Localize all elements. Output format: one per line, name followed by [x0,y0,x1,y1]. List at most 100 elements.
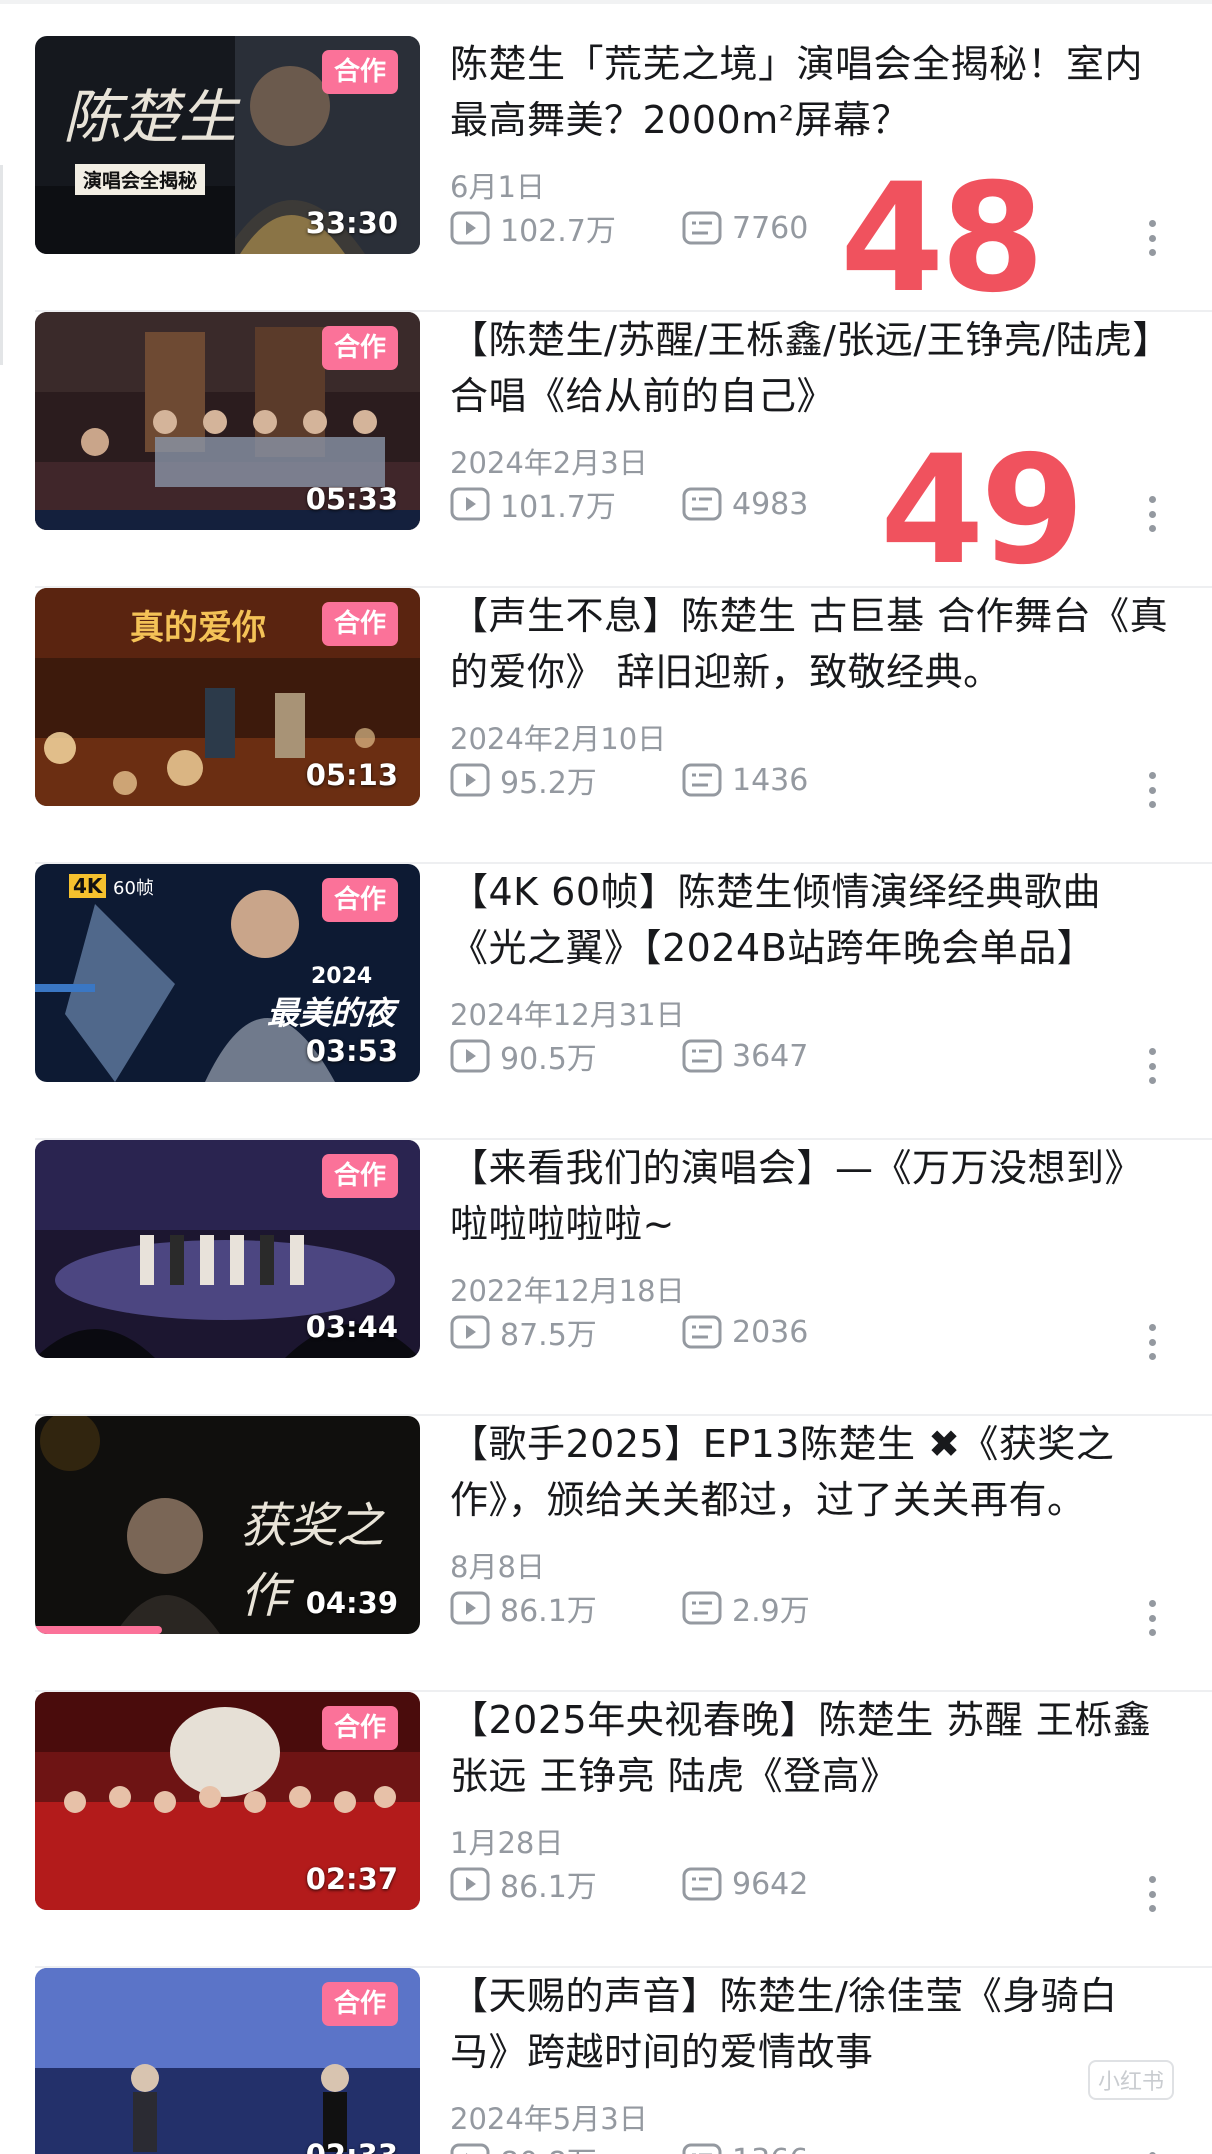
list-item[interactable]: 合作 02:37 【2025年央视春晚】陈楚生 苏醒 王栎鑫 张远 王铮亮 陆虎… [0,1692,1212,1968]
video-duration: 05:33 [305,482,398,516]
video-title[interactable]: 【歌手2025】EP13陈楚生 ✖《获奖之作》，颁给关关都过，过了关关再有。 [450,1416,1172,1528]
comment-count-value: 1366 [732,2143,808,2154]
view-count-value: 86.1万 [500,1594,597,1629]
more-vert-icon[interactable] [1132,768,1172,812]
more-vert-icon[interactable] [1132,1872,1172,1916]
list-item[interactable]: 获奖之作 04:39 【歌手2025】EP13陈楚生 ✖《获奖之作》，颁给关关都… [0,1416,1212,1692]
video-date: 2022年12月18日 [450,1274,685,1308]
list-item[interactable]: 4K 60帧 2024 最美的夜 合作 03:53 【4K 60帧】陈楚生倾情演… [0,864,1212,1140]
video-duration: 03:53 [305,1034,398,1068]
video-date: 8月8日 [450,1550,545,1584]
view-count-value: 86.1万 [500,1870,597,1905]
play-count-icon [450,487,490,521]
video-title[interactable]: 【陈楚生/苏醒/王栎鑫/张远/王铮亮/陆虎】 合唱《给从前的自己》 [450,312,1172,424]
more-vert-icon[interactable] [1132,1320,1172,1364]
video-thumbnail[interactable]: 陈楚生 演唱会全揭秘 合作 33:30 [35,36,420,254]
thumbnail-caption: 演唱会全揭秘 [75,164,206,195]
video-stats: 90.5万 3647 [450,1034,809,1078]
video-stats: 86.1万 2.9万 [450,1588,810,1629]
danmaku-icon [682,487,722,521]
video-thumbnail[interactable]: 获奖之作 04:39 [35,1416,420,1634]
video-date: 2024年12月31日 [450,998,685,1032]
view-count-value: 90.5万 [500,1042,597,1077]
video-title[interactable]: 陈楚生「荒芜之境」演唱会全揭秘！室内最高舞美？2000m²屏幕？ [450,36,1172,148]
thumbnail-year: 2024 [311,964,373,989]
play-count-icon [450,1591,490,1625]
view-count-value: 87.5万 [500,1318,597,1353]
video-stats: 102.7万 7760 [450,208,808,249]
video-thumbnail[interactable]: 合作 05:33 [35,312,420,530]
video-thumbnail[interactable]: 合作 02:33 [35,1968,420,2154]
comment-count-value: 4983 [732,486,809,522]
list-item[interactable]: 合作 02:33 【天赐的声音】陈楚生/徐佳莹《身骑白马》跨越时间的爱情故事 2… [0,1968,1212,2154]
play-count-icon [450,211,490,245]
watermark-logo: 小红书 [1087,2060,1174,2100]
video-date: 2024年5月3日 [450,2102,648,2136]
video-info: 【声生不息】陈楚生 古巨基 合作舞台《真的爱你》 辞旧迎新，致敬经典。 2024… [450,588,1172,808]
video-stats: 86.1万 9642 [450,1862,809,1906]
play-count-icon [450,2143,490,2154]
comment-count-value: 1436 [732,762,809,798]
more-vert-icon[interactable] [1132,2148,1172,2154]
more-vert-icon[interactable] [1132,1596,1172,1640]
rank-number: 48 [840,152,1045,326]
video-info: 【2025年央视春晚】陈楚生 苏醒 王栎鑫 张远 王铮亮 陆虎《登高》 1月28… [450,1692,1172,1912]
watch-progress-bar [35,1626,162,1634]
video-list: 陈楚生 演唱会全揭秘 合作 33:30 陈楚生「荒芜之境」演唱会全揭秘！室内最高… [0,36,1212,2154]
collab-tag: 合作 [321,1706,398,1750]
video-duration: 04:39 [305,1586,398,1620]
video-duration: 02:33 [306,2138,398,2154]
video-title[interactable]: 【4K 60帧】陈楚生倾情演绎经典歌曲《光之翼》【2024B站跨年晚会单品】 [450,864,1172,976]
video-info: 陈楚生「荒芜之境」演唱会全揭秘！室内最高舞美？2000m²屏幕？ 6月1日 10… [450,36,1172,256]
comment-count: 1436 [682,763,808,798]
thumbnail-title: 陈楚生 [63,83,238,151]
danmaku-icon [682,2143,722,2154]
video-list-page: 陈楚生 演唱会全揭秘 合作 33:30 陈楚生「荒芜之境」演唱会全揭秘！室内最高… [0,0,1212,2154]
play-count-icon [450,763,490,797]
more-vert-icon[interactable] [1132,216,1172,260]
collab-tag: 合作 [321,1154,398,1198]
video-info: 【4K 60帧】陈楚生倾情演绎经典歌曲《光之翼》【2024B站跨年晚会单品】 2… [450,864,1172,1084]
view-count-value: 102.7万 [500,214,616,249]
video-date: 2024年2月10日 [450,722,667,756]
danmaku-icon [682,211,722,245]
video-date: 1月28日 [450,1826,564,1860]
list-item[interactable]: 合作 03:44 【来看我们的演唱会】—《万万没想到》啦啦啦啦啦~ 2022年1… [0,1140,1212,1416]
video-thumbnail[interactable]: 4K 60帧 2024 最美的夜 合作 03:53 [35,864,420,1082]
more-vert-icon[interactable] [1132,1044,1172,1088]
view-count: 80.8万 [450,2138,682,2154]
danmaku-icon [682,1867,722,1901]
video-duration: 33:30 [305,206,398,240]
video-thumbnail[interactable]: 真的爱你 合作 05:13 [35,588,420,806]
danmaku-icon [682,1039,722,1073]
list-item[interactable]: 真的爱你 合作 05:13 【声生不息】陈楚生 古巨基 合作舞台《真的爱你》 辞… [0,588,1212,864]
play-count-icon [450,1039,490,1073]
comment-count-value: 3647 [732,1038,809,1074]
more-vert-icon[interactable] [1132,492,1172,536]
list-item[interactable]: 合作 05:33 【陈楚生/苏醒/王栎鑫/张远/王铮亮/陆虎】 合唱《给从前的自… [0,312,1212,588]
danmaku-icon [682,1315,722,1349]
comment-count: 7760 [682,211,808,246]
video-info: 【天赐的声音】陈楚生/徐佳莹《身骑白马》跨越时间的爱情故事 2024年5月3日 … [450,1968,1172,2154]
list-item[interactable]: 陈楚生 演唱会全揭秘 合作 33:30 陈楚生「荒芜之境」演唱会全揭秘！室内最高… [0,36,1212,326]
view-count: 86.1万 [450,1862,682,1906]
framerate-badge: 60帧 [113,878,154,899]
video-thumbnail[interactable]: 合作 02:37 [35,1692,420,1910]
video-thumbnail[interactable]: 合作 03:44 [35,1140,420,1358]
video-duration: 02:37 [305,1862,398,1896]
video-date: 6月1日 [450,170,545,204]
video-title[interactable]: 【天赐的声音】陈楚生/徐佳莹《身骑白马》跨越时间的爱情故事 [450,1968,1172,2080]
collab-tag: 合作 [321,326,398,370]
video-stats: 101.7万 4983 [450,484,809,525]
view-count: 90.5万 [450,1034,682,1078]
thumbnail-title: 真的爱你 [130,608,266,648]
top-divider [0,0,1212,4]
video-title[interactable]: 【声生不息】陈楚生 古巨基 合作舞台《真的爱你》 辞旧迎新，致敬经典。 [450,588,1172,700]
collab-tag: 合作 [321,50,398,94]
play-count-icon [450,1315,490,1349]
play-count-icon [450,1867,490,1901]
video-title[interactable]: 【来看我们的演唱会】—《万万没想到》啦啦啦啦啦~ [450,1140,1172,1252]
collab-tag: 合作 [321,602,398,646]
video-title[interactable]: 【2025年央视春晚】陈楚生 苏醒 王栎鑫 张远 王铮亮 陆虎《登高》 [450,1692,1172,1804]
comment-count-value: 9642 [732,1866,809,1902]
